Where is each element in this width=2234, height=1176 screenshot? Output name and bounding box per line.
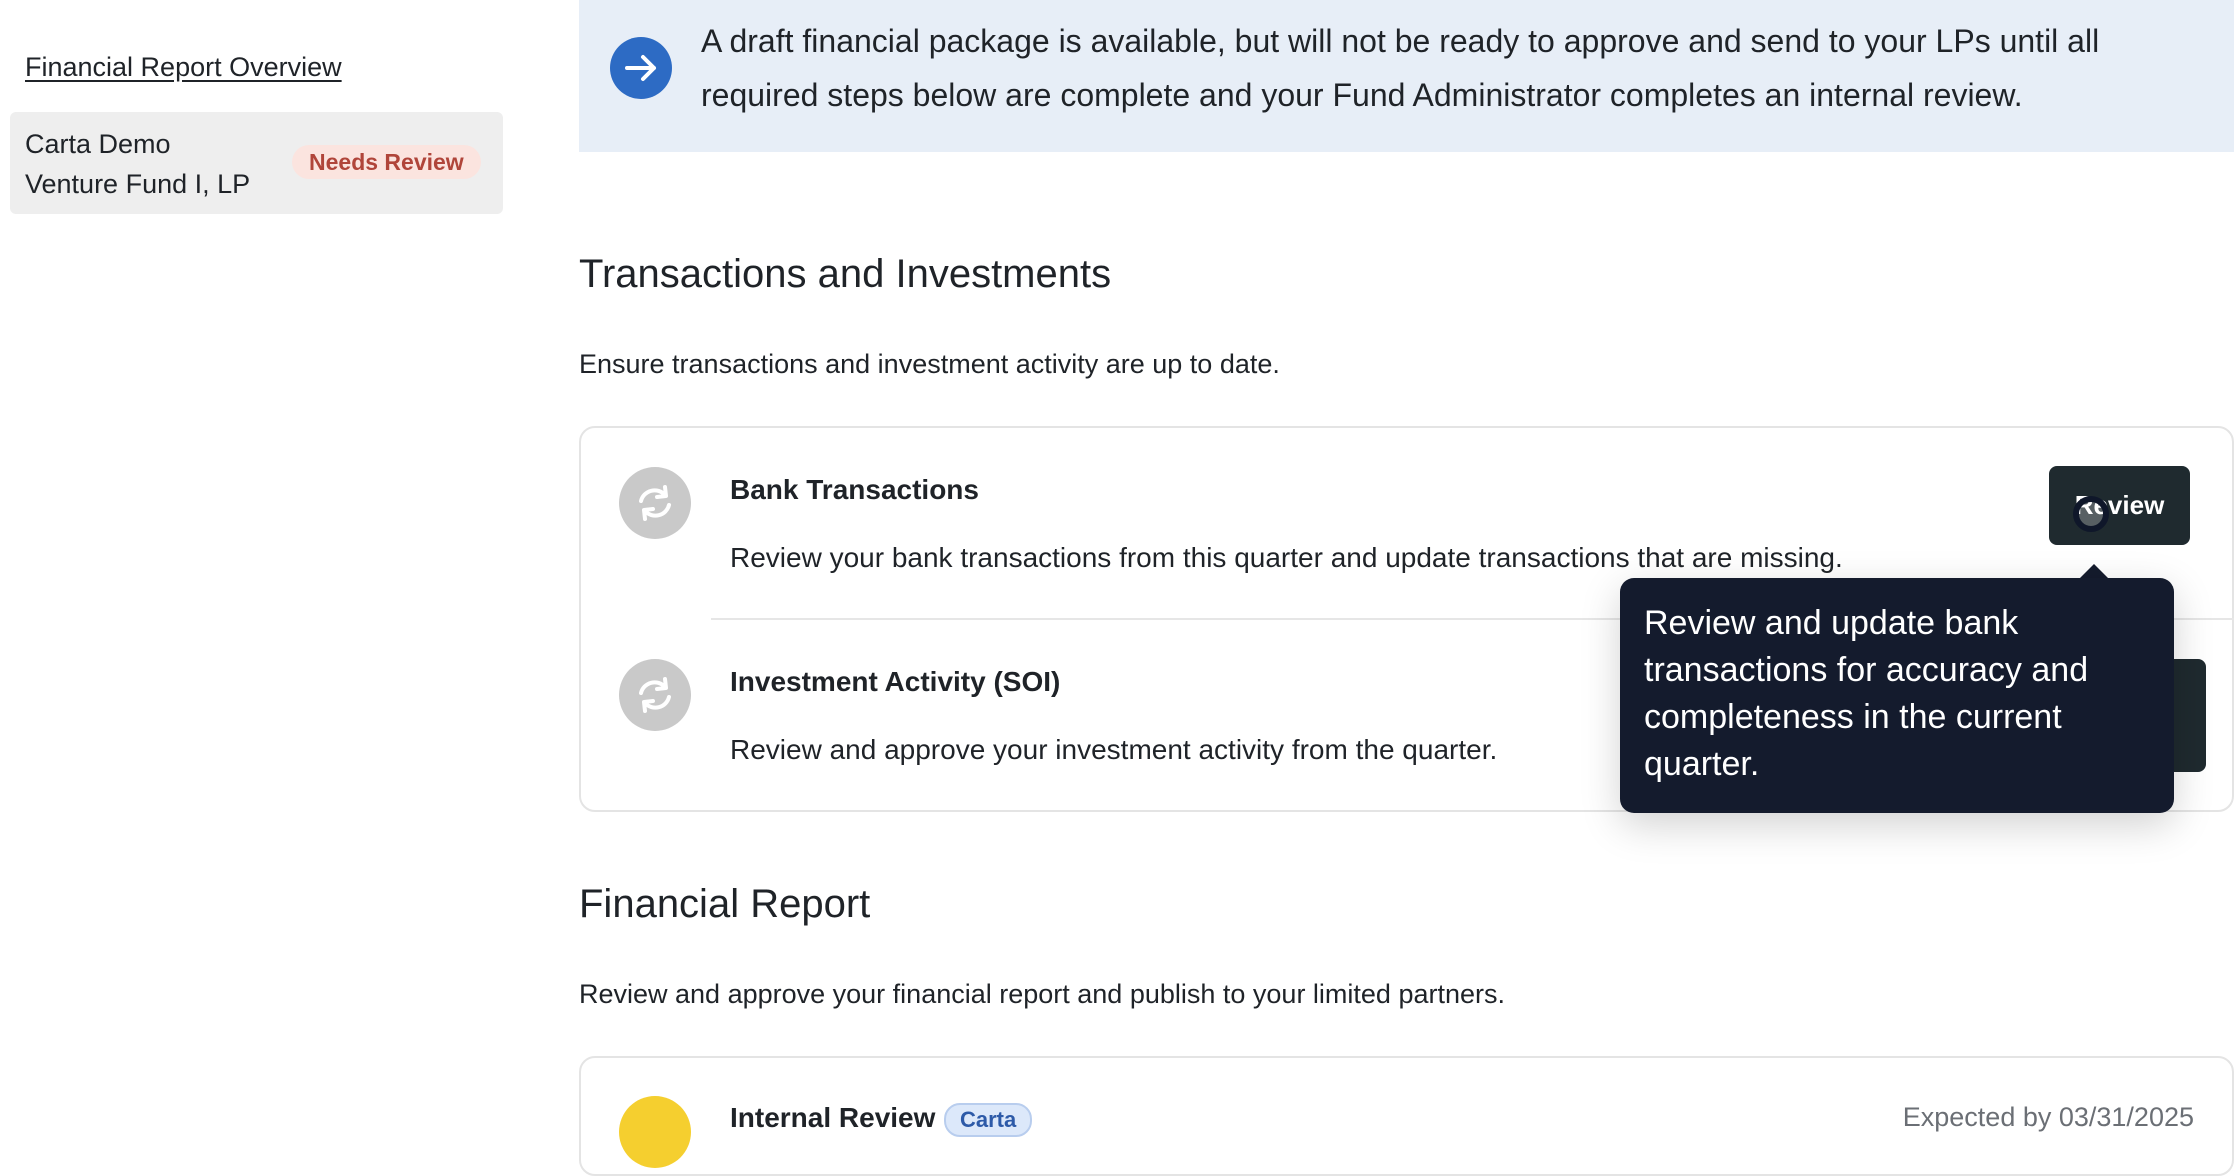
section-subtitle-financial-report: Review and approve your financial report… (579, 979, 1506, 1009)
section-subtitle-transactions: Ensure transactions and investment activ… (579, 349, 1280, 379)
pending-status-icon (619, 1096, 691, 1168)
sync-icon (619, 659, 691, 731)
tooltip-text: Review and update bank transactions for … (1644, 604, 2089, 783)
row-desc-investment-activity: Review and approve your investment activ… (730, 734, 1498, 765)
mouse-cursor (2073, 496, 2109, 532)
fund-name: Carta Demo Venture Fund I, LP (25, 124, 250, 204)
financial-report-overview-link[interactable]: Financial Report Overview (25, 52, 342, 83)
expected-date: Expected by 03/31/2025 (1902, 1102, 2194, 1132)
financial-report-card: Internal Review Carta Expected by 03/31/… (579, 1056, 2234, 1176)
section-title-transactions: Transactions and Investments (579, 252, 1112, 296)
section-title-financial-report: Financial Report (579, 882, 871, 926)
status-badge: Needs Review (292, 145, 481, 179)
review-bank-transactions-button[interactable]: Review (2049, 466, 2190, 545)
tooltip: Review and update bank transactions for … (1620, 578, 2174, 813)
row-title-investment-activity: Investment Activity (SOI) (730, 666, 1061, 697)
arrow-right-icon (610, 37, 672, 99)
banner-text: A draft financial package is available, … (701, 23, 2100, 113)
fund-name-line2: Venture Fund I, LP (25, 169, 251, 199)
fund-name-line1: Carta Demo (25, 129, 171, 159)
sync-icon (619, 467, 691, 539)
row-title-bank-transactions: Bank Transactions (730, 474, 979, 505)
row-title-internal-review: Internal Review (730, 1102, 936, 1133)
row-desc-bank-transactions: Review your bank transactions from this … (730, 542, 1843, 573)
sidebar-item-fund[interactable]: Carta Demo Venture Fund I, LP Needs Revi… (10, 112, 503, 214)
info-banner: A draft financial package is available, … (579, 0, 2234, 152)
carta-badge: Carta (944, 1103, 1033, 1137)
